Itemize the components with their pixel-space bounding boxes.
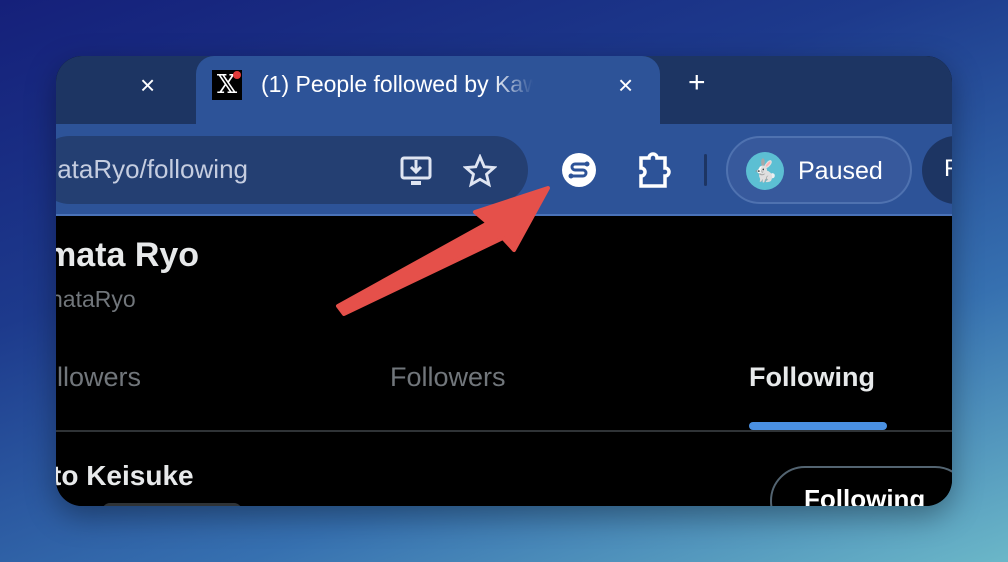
annotation-arrow xyxy=(336,186,550,316)
